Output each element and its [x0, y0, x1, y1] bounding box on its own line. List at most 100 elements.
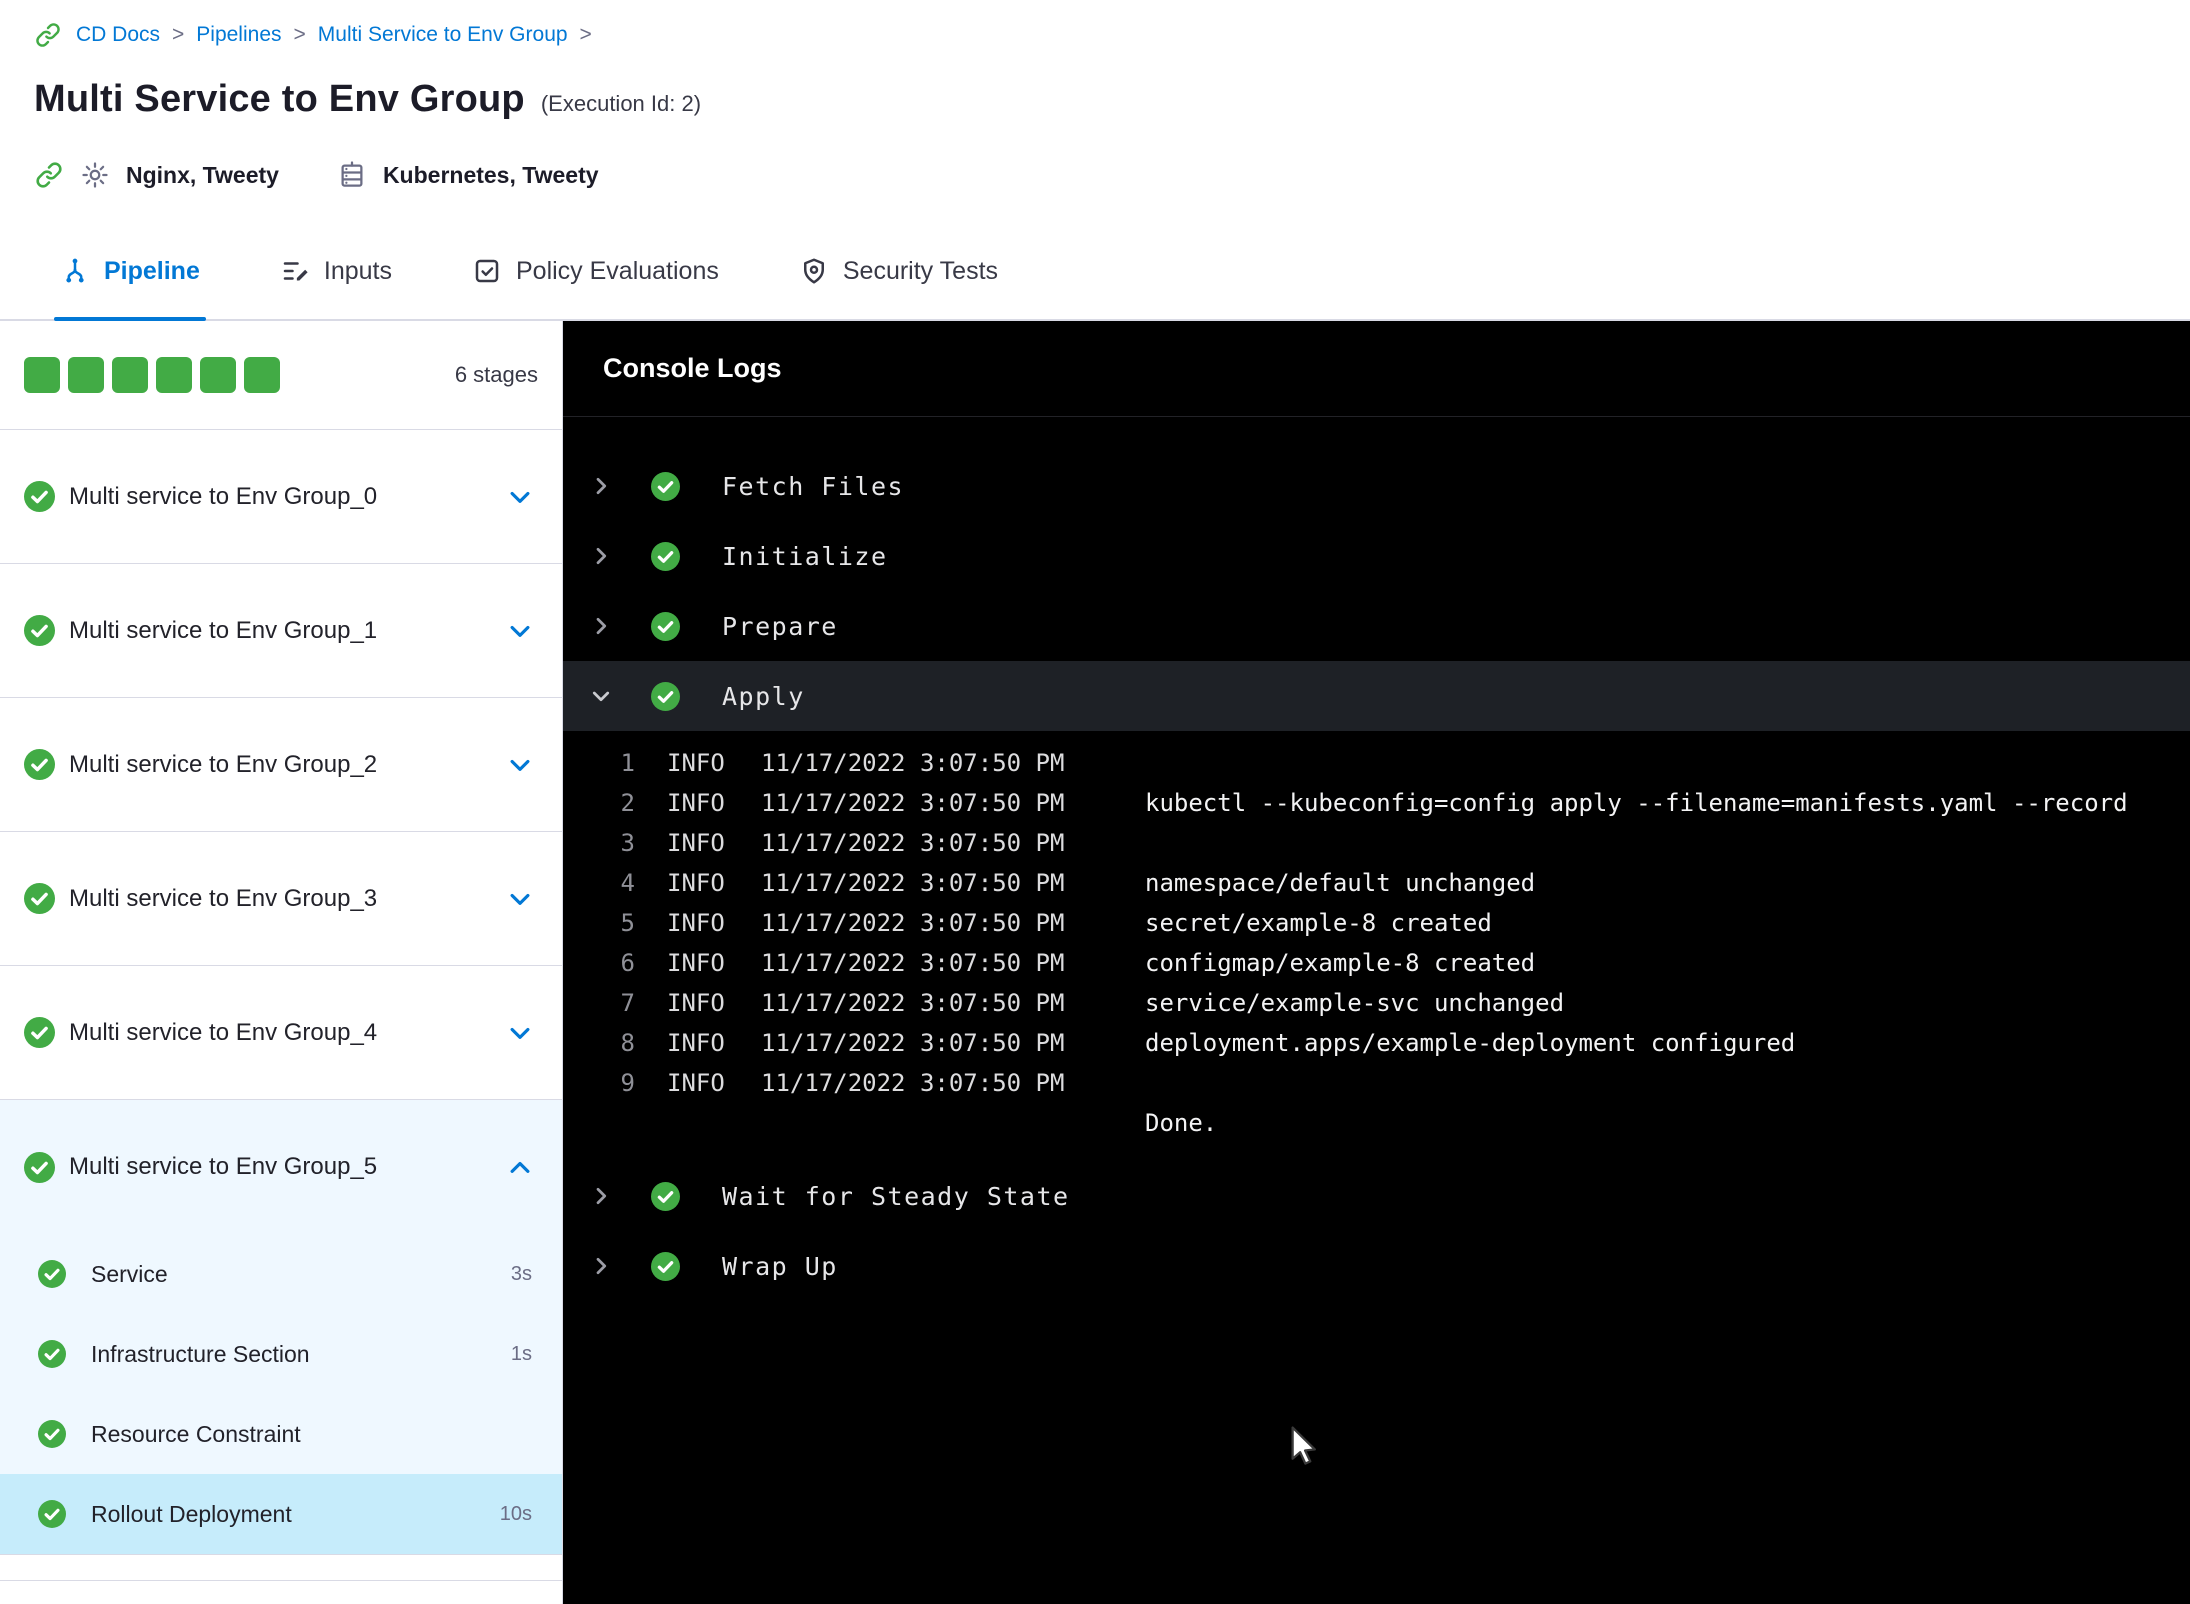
success-check-icon: [38, 1500, 66, 1528]
chevron-down-icon[interactable]: [589, 684, 613, 708]
stage-group: Multi service to Env Group_4: [0, 966, 562, 1100]
console-step-wait-for-steady-state[interactable]: Wait for Steady State: [563, 1161, 2190, 1231]
log-line: 5 INFO 11/17/2022 3:07:50 PM secret/example…: [563, 903, 2190, 943]
chevron-down-icon[interactable]: [506, 617, 534, 645]
console-step-initialize[interactable]: Initialize: [563, 521, 2190, 591]
console-step-wrap-up[interactable]: Wrap Up: [563, 1231, 2190, 1301]
success-check-icon: [651, 681, 680, 711]
stage-group: Multi service to Env Group_3: [0, 832, 562, 966]
step-row-service[interactable]: Service 3s: [0, 1234, 562, 1314]
step-duration: 3s: [510, 1262, 532, 1285]
log-level: INFO: [667, 989, 725, 1017]
progress-row: 6 stages: [0, 321, 562, 430]
chevron-down-icon[interactable]: [506, 751, 534, 779]
breadcrumb-link[interactable]: CD Docs: [76, 23, 160, 47]
log-level: INFO: [667, 949, 725, 977]
chevron-down-icon[interactable]: [506, 483, 534, 511]
stage-row-multi-service-to-env-group-5[interactable]: Multi service to Env Group_5: [0, 1100, 562, 1234]
chevron-right-icon[interactable]: [589, 544, 613, 568]
step-label: Infrastructure Section: [91, 1340, 310, 1367]
chevron-down-icon[interactable]: [506, 885, 534, 913]
log-line-number: 6: [620, 949, 635, 977]
log-timestamp: 11/17/2022 3:07:50 PM: [761, 749, 1065, 777]
stage-row-multi-service-to-env-group-4[interactable]: Multi service to Env Group_4: [0, 966, 562, 1100]
console-step-prepare[interactable]: Prepare: [563, 591, 2190, 661]
success-check-icon: [24, 883, 55, 914]
log-message: namespace/default unchanged: [1145, 869, 1536, 897]
sidebar-tail: [0, 1555, 562, 1581]
inputs-icon: [280, 256, 310, 286]
tab-pipeline[interactable]: Pipeline: [54, 223, 206, 321]
log-message: Done.: [1145, 1109, 1218, 1137]
console-step-apply[interactable]: Apply: [563, 661, 2190, 731]
execution-id: (Execution Id: 2): [540, 91, 702, 116]
stage-group: Multi service to Env Group_5 Service 3s Inf…: [0, 1100, 562, 1555]
log-level: INFO: [667, 789, 725, 817]
console-step-list: Fetch Files Initialize Prepare Apply 1 INFO 11…: [563, 417, 2190, 1301]
stage-label: Multi service to Env Group_4: [69, 1018, 378, 1046]
stage-progress-square: [200, 357, 236, 393]
gear-icon: [80, 160, 110, 190]
log-line: 9 INFO 11/17/2022 3:07:50 PM: [563, 1063, 2190, 1103]
stages-count: 6 stages: [454, 362, 538, 387]
stage-progress-square: [24, 357, 60, 393]
kubernetes-rack-icon: [337, 160, 367, 190]
log-line-number: 5: [620, 909, 635, 937]
step-row-infrastructure-section[interactable]: Infrastructure Section 1s: [0, 1314, 562, 1394]
log-line-number: 8: [620, 1029, 635, 1057]
log-line: 3 INFO 11/17/2022 3:07:50 PM: [563, 823, 2190, 863]
stage-row-multi-service-to-env-group-0[interactable]: Multi service to Env Group_0: [0, 430, 562, 564]
success-check-icon: [24, 481, 55, 512]
environments-label: Kubernetes, Tweety: [382, 161, 599, 188]
step-duration: 1s: [510, 1342, 532, 1365]
breadcrumb-link[interactable]: Pipelines: [196, 23, 281, 47]
chevron-right-icon[interactable]: [589, 1254, 613, 1278]
success-check-icon: [38, 1340, 66, 1368]
stage-row-multi-service-to-env-group-1[interactable]: Multi service to Env Group_1: [0, 564, 562, 698]
stage-row-multi-service-to-env-group-2[interactable]: Multi service to Env Group_2: [0, 698, 562, 832]
breadcrumb-link[interactable]: Multi Service to Env Group: [318, 23, 568, 47]
console-step-label: Apply: [722, 681, 805, 711]
chevron-up-icon[interactable]: [506, 1153, 534, 1181]
content: 6 stages Multi service to Env Group_0 Mul…: [0, 321, 2190, 1604]
stage-progress-square: [112, 357, 148, 393]
log-level: INFO: [667, 869, 725, 897]
tab-security-tests[interactable]: Security Tests: [799, 223, 998, 319]
log-line-number: 4: [620, 869, 635, 897]
log-line: 4 INFO 11/17/2022 3:07:50 PM namespace/defa…: [563, 863, 2190, 903]
tab-label: Inputs: [323, 256, 392, 285]
success-check-icon: [24, 615, 55, 646]
breadcrumb-items: CD Docs > Pipelines > Multi Service to Env G…: [76, 23, 592, 47]
log-timestamp: 11/17/2022 3:07:50 PM: [761, 1069, 1065, 1097]
policy-icon: [472, 256, 502, 286]
chevron-down-icon[interactable]: [506, 1019, 534, 1047]
console-step-label: Wait for Steady State: [722, 1181, 1070, 1211]
services-label: Nginx, Tweety: [126, 161, 279, 188]
tab-policy-evaluations[interactable]: Policy Evaluations: [472, 223, 719, 319]
success-check-icon: [38, 1260, 66, 1288]
stage-group: Multi service to Env Group_1: [0, 564, 562, 698]
chevron-right-icon[interactable]: [589, 1184, 613, 1208]
log-timestamp: 11/17/2022 3:07:50 PM: [761, 869, 1065, 897]
tab-label: Policy Evaluations: [515, 256, 719, 285]
console-panel: Console Logs Fetch Files Initialize Prepar…: [563, 321, 2190, 1604]
log-level: INFO: [667, 1069, 725, 1097]
success-check-icon: [38, 1420, 66, 1448]
log-timestamp: 11/17/2022 3:07:50 PM: [761, 949, 1065, 977]
tab-inputs[interactable]: Inputs: [280, 223, 392, 319]
step-row-resource-constraint[interactable]: Resource Constraint: [0, 1394, 562, 1474]
console-step-fetch-files[interactable]: Fetch Files: [563, 451, 2190, 521]
console-step-label: Wrap Up: [722, 1251, 838, 1281]
stage-progress-square: [244, 357, 280, 393]
step-label: Resource Constraint: [91, 1420, 301, 1447]
console-step-label: Fetch Files: [722, 471, 905, 501]
chevron-right-icon[interactable]: [589, 614, 613, 638]
breadcrumb-separator: >: [172, 23, 185, 46]
stage-label: Multi service to Env Group_2: [69, 750, 378, 778]
chevron-right-icon[interactable]: [589, 474, 613, 498]
step-list: Service 3s Infrastructure Section 1s Resourc…: [0, 1234, 562, 1554]
stage-row-multi-service-to-env-group-3[interactable]: Multi service to Env Group_3: [0, 832, 562, 966]
stage-list: Multi service to Env Group_0 Multi servic…: [0, 430, 562, 1604]
step-row-rollout-deployment[interactable]: Rollout Deployment 10s: [0, 1474, 562, 1554]
log-line-number: 9: [620, 1069, 635, 1097]
